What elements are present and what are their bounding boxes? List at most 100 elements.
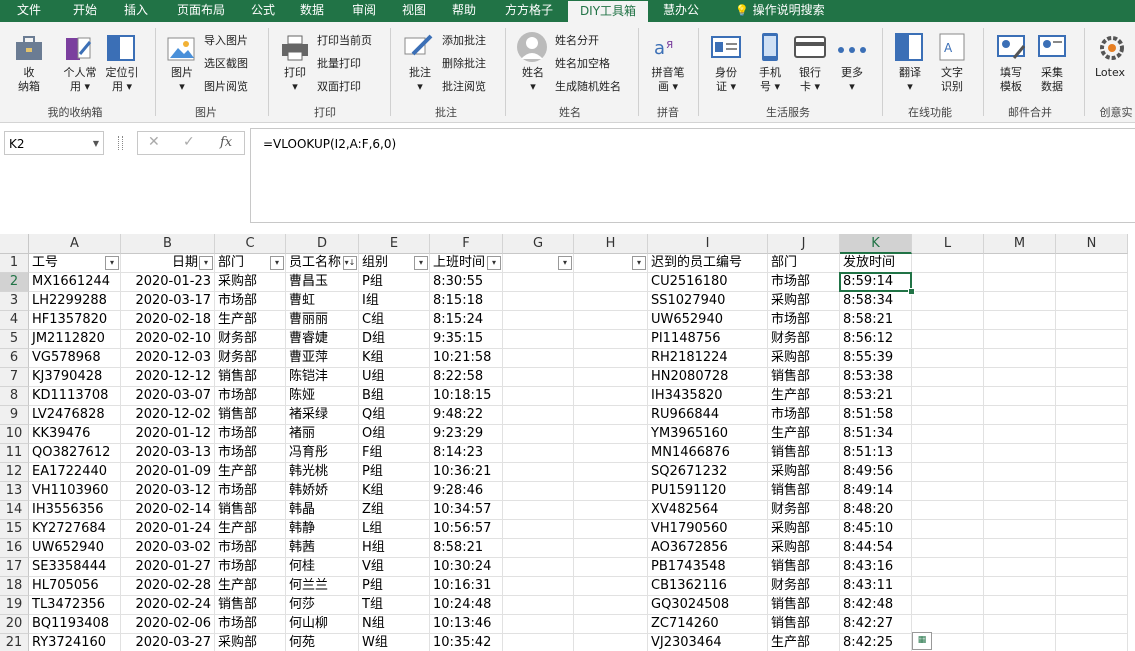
table-cell[interactable]	[984, 539, 1056, 558]
table-cell[interactable]: 8:58:21	[840, 311, 912, 330]
table-cell[interactable]	[1056, 311, 1128, 330]
table-cell[interactable]	[1056, 273, 1128, 292]
table-cell[interactable]	[574, 406, 648, 425]
table-cell[interactable]: RU966844	[648, 406, 768, 425]
table-cell[interactable]	[503, 349, 574, 368]
table-cell[interactable]	[984, 596, 1056, 615]
table-cell[interactable]	[1056, 349, 1128, 368]
table-cell[interactable]: C组	[359, 311, 430, 330]
table-cell[interactable]: MX1661244	[29, 273, 121, 292]
table-cell[interactable]	[984, 368, 1056, 387]
table-cell[interactable]: 韩晶	[286, 501, 359, 520]
table-cell[interactable]: 10:34:57	[430, 501, 503, 520]
table-cell[interactable]: 销售部	[768, 558, 840, 577]
table-cell[interactable]	[912, 577, 984, 596]
table-cell[interactable]: PU1591120	[648, 482, 768, 501]
table-cell[interactable]	[1056, 406, 1128, 425]
table-cell[interactable]: 2020-02-28	[121, 577, 215, 596]
split-name-button[interactable]: 姓名分开	[555, 34, 599, 48]
header-cell[interactable]	[984, 254, 1056, 273]
tab-7[interactable]: 视图	[390, 0, 438, 22]
table-cell[interactable]	[984, 406, 1056, 425]
table-cell[interactable]: 销售部	[215, 596, 286, 615]
table-cell[interactable]: 9:23:29	[430, 425, 503, 444]
sort-filter-icon[interactable]: ▾↓	[343, 256, 357, 270]
row-header[interactable]: 9	[0, 406, 29, 425]
table-cell[interactable]	[912, 444, 984, 463]
row-header[interactable]: 13	[0, 482, 29, 501]
locate-reference-button[interactable]: 定位引 用 ▾	[100, 66, 144, 94]
table-cell[interactable]: 何山柳	[286, 615, 359, 634]
duplex-print-button[interactable]: 双面打印	[317, 80, 361, 94]
table-cell[interactable]: AO3672856	[648, 539, 768, 558]
table-cell[interactable]	[912, 368, 984, 387]
table-cell[interactable]: 韩茜	[286, 539, 359, 558]
table-cell[interactable]	[984, 501, 1056, 520]
table-cell[interactable]: 2020-01-12	[121, 425, 215, 444]
table-cell[interactable]: 财务部	[768, 501, 840, 520]
table-cell[interactable]: B组	[359, 387, 430, 406]
table-cell[interactable]: 采购部	[768, 539, 840, 558]
table-cell[interactable]: 生产部	[215, 520, 286, 539]
table-cell[interactable]	[984, 311, 1056, 330]
table-cell[interactable]: 财务部	[215, 349, 286, 368]
print-current-page-button[interactable]: 打印当前页	[317, 34, 372, 48]
table-cell[interactable]: KJ3790428	[29, 368, 121, 387]
table-cell[interactable]: 曹亚萍	[286, 349, 359, 368]
filter-dropdown-icon[interactable]: ▾	[199, 256, 213, 270]
row-header[interactable]: 15	[0, 520, 29, 539]
bank-card-button[interactable]: 银行 卡 ▾	[790, 66, 830, 94]
column-header-A[interactable]: A	[29, 234, 121, 254]
table-cell[interactable]	[1056, 444, 1128, 463]
table-cell[interactable]: I组	[359, 292, 430, 311]
table-cell[interactable]	[912, 520, 984, 539]
header-cell[interactable]	[912, 254, 984, 273]
delete-comment-button[interactable]: 删除批注	[442, 57, 486, 71]
table-cell[interactable]: P组	[359, 577, 430, 596]
table-cell[interactable]	[912, 311, 984, 330]
row-header[interactable]: 6	[0, 349, 29, 368]
table-cell[interactable]: 生产部	[768, 425, 840, 444]
table-cell[interactable]	[1056, 596, 1128, 615]
table-cell[interactable]	[574, 596, 648, 615]
table-cell[interactable]: 2020-03-27	[121, 634, 215, 651]
table-cell[interactable]	[912, 273, 984, 292]
table-cell[interactable]: 10:56:57	[430, 520, 503, 539]
table-cell[interactable]	[1056, 539, 1128, 558]
tab-10[interactable]: DIY工具箱	[568, 0, 648, 23]
table-cell[interactable]	[984, 634, 1056, 651]
table-cell[interactable]: 10:13:46	[430, 615, 503, 634]
table-cell[interactable]: QO3827612	[29, 444, 121, 463]
header-cell[interactable]: 迟到的员工编号	[648, 254, 768, 273]
table-cell[interactable]	[1056, 387, 1128, 406]
function-icon[interactable]: fx	[220, 135, 232, 150]
table-cell[interactable]	[574, 273, 648, 292]
filter-dropdown-icon[interactable]: ▾	[558, 256, 572, 270]
table-cell[interactable]	[984, 577, 1056, 596]
table-cell[interactable]: EA1722440	[29, 463, 121, 482]
table-cell[interactable]: 销售部	[768, 596, 840, 615]
name-button[interactable]: 姓名 ▾	[514, 66, 552, 94]
table-cell[interactable]: 生产部	[215, 311, 286, 330]
table-cell[interactable]: 9:48:22	[430, 406, 503, 425]
table-cell[interactable]: XV482564	[648, 501, 768, 520]
table-cell[interactable]: 8:56:12	[840, 330, 912, 349]
table-cell[interactable]: 8:55:39	[840, 349, 912, 368]
table-cell[interactable]: 市场部	[215, 615, 286, 634]
table-cell[interactable]: 2020-02-14	[121, 501, 215, 520]
table-cell[interactable]: HN2080728	[648, 368, 768, 387]
table-cell[interactable]: 市场部	[768, 406, 840, 425]
table-cell[interactable]	[912, 558, 984, 577]
table-cell[interactable]: HF1357820	[29, 311, 121, 330]
row-header[interactable]: 10	[0, 425, 29, 444]
id-card-button[interactable]: 身份 证 ▾	[706, 66, 746, 94]
tab-4[interactable]: 公式	[240, 0, 286, 22]
formula-bar-handle[interactable]	[118, 136, 123, 150]
row-header[interactable]: 18	[0, 577, 29, 596]
table-cell[interactable]	[574, 311, 648, 330]
table-cell[interactable]	[912, 482, 984, 501]
table-cell[interactable]: 8:45:10	[840, 520, 912, 539]
table-cell[interactable]: 采购部	[768, 349, 840, 368]
table-cell[interactable]	[503, 273, 574, 292]
comment-button[interactable]: 批注 ▾	[400, 66, 440, 94]
